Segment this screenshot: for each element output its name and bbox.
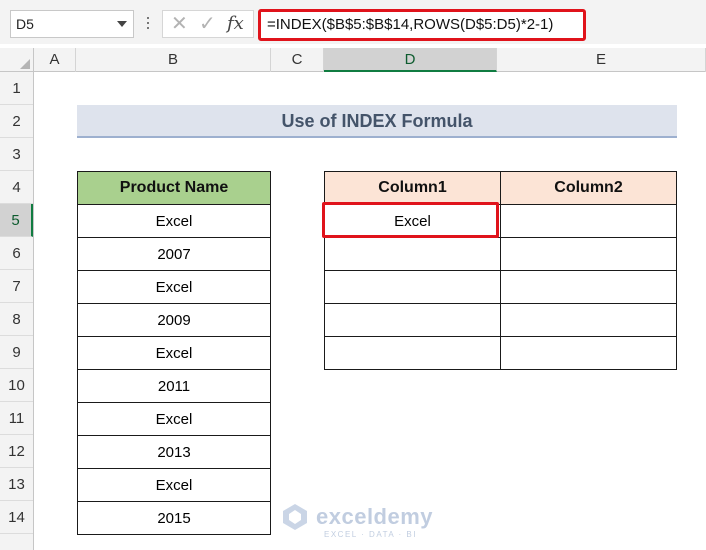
row-header-4[interactable]: 4 bbox=[0, 171, 33, 204]
result-cell[interactable] bbox=[324, 237, 501, 271]
cancel-icon[interactable]: ✕ bbox=[171, 13, 188, 35]
more-options-icon[interactable] bbox=[146, 15, 150, 33]
watermark-tagline: EXCEL · DATA · BI bbox=[324, 530, 417, 539]
row-header-3[interactable]: 3 bbox=[0, 138, 33, 171]
product-cell[interactable]: Excel bbox=[77, 468, 271, 502]
table-row: 2013 bbox=[77, 435, 271, 469]
column-header-d[interactable]: D bbox=[324, 48, 497, 72]
column-header-e[interactable]: E bbox=[497, 48, 706, 72]
row-headers: 1 2 3 4 5 6 7 8 9 10 11 12 13 14 bbox=[0, 72, 34, 550]
row-header-8[interactable]: 8 bbox=[0, 303, 33, 336]
row-header-7[interactable]: 7 bbox=[0, 270, 33, 303]
table-row: 2015 bbox=[77, 501, 271, 535]
row-header-2[interactable]: 2 bbox=[0, 105, 33, 138]
product-cell[interactable]: 2015 bbox=[77, 501, 271, 535]
result-cell[interactable] bbox=[500, 204, 677, 238]
table-row bbox=[324, 336, 677, 370]
column-header-a[interactable]: A bbox=[34, 48, 76, 72]
column-headers: ABCDE bbox=[0, 48, 706, 72]
column2-header[interactable]: Column2 bbox=[500, 171, 677, 205]
formula-tools: ✕ ✓ fx bbox=[162, 10, 254, 38]
table-row: 2007 bbox=[77, 237, 271, 271]
watermark: exceldemy EXCEL · DATA · BI bbox=[280, 500, 434, 540]
watermark-name: exceldemy bbox=[316, 504, 434, 529]
enter-icon[interactable]: ✓ bbox=[199, 13, 216, 35]
table-row bbox=[324, 237, 677, 271]
row-header-5[interactable]: 5 bbox=[0, 204, 33, 237]
row-header-11[interactable]: 11 bbox=[0, 402, 33, 435]
product-name-header[interactable]: Product Name bbox=[77, 171, 271, 205]
table-row: Excel bbox=[77, 270, 271, 304]
table-row: 2011 bbox=[77, 369, 271, 403]
product-cell[interactable]: Excel bbox=[77, 270, 271, 304]
result-cell[interactable] bbox=[500, 237, 677, 271]
product-cell[interactable]: 2007 bbox=[77, 237, 271, 271]
product-cell[interactable]: 2013 bbox=[77, 435, 271, 469]
name-box-value: D5 bbox=[16, 16, 34, 32]
exceldemy-logo-icon bbox=[283, 504, 307, 530]
table-row: Excel bbox=[77, 204, 271, 238]
result-cell[interactable] bbox=[500, 303, 677, 337]
result-table: Column1 Column2 Excel bbox=[324, 171, 677, 370]
row-header-9[interactable]: 9 bbox=[0, 336, 33, 369]
column-header-c[interactable]: C bbox=[271, 48, 324, 72]
name-box[interactable]: D5 bbox=[10, 10, 134, 38]
sheet-title[interactable]: Use of INDEX Formula bbox=[77, 105, 677, 138]
row-header-12[interactable]: 12 bbox=[0, 435, 33, 468]
column1-header[interactable]: Column1 bbox=[324, 171, 501, 205]
table-row: Excel bbox=[77, 336, 271, 370]
result-cell[interactable] bbox=[324, 336, 501, 370]
product-cell[interactable]: 2009 bbox=[77, 303, 271, 337]
result-cell[interactable] bbox=[500, 336, 677, 370]
formula-bar: D5 ✕ ✓ fx =INDEX($B$5:$B$14,ROWS(D$5:D5)… bbox=[0, 0, 706, 44]
result-cell[interactable] bbox=[324, 270, 501, 304]
result-cell[interactable] bbox=[500, 270, 677, 304]
row-header-13[interactable]: 13 bbox=[0, 468, 33, 501]
result-cell[interactable] bbox=[324, 303, 501, 337]
product-cell[interactable]: 2011 bbox=[77, 369, 271, 403]
column-header-b[interactable]: B bbox=[76, 48, 271, 72]
chevron-down-icon[interactable] bbox=[117, 21, 127, 27]
product-cell[interactable]: Excel bbox=[77, 204, 271, 238]
row-header-1[interactable]: 1 bbox=[0, 72, 33, 105]
product-table: Product Name Excel 2007 Excel 2009 Excel 2011… bbox=[77, 171, 271, 535]
product-cell[interactable]: Excel bbox=[77, 336, 271, 370]
table-row bbox=[324, 303, 677, 337]
formula-input[interactable]: =INDEX($B$5:$B$14,ROWS(D$5:D5)*2-1) bbox=[258, 9, 586, 41]
product-cell[interactable]: Excel bbox=[77, 402, 271, 436]
table-row: Excel bbox=[77, 468, 271, 502]
row-header-14[interactable]: 14 bbox=[0, 501, 33, 534]
select-all-icon bbox=[20, 59, 30, 69]
select-all-button[interactable] bbox=[0, 48, 34, 72]
table-row: 2009 bbox=[77, 303, 271, 337]
active-cell-highlight bbox=[322, 202, 499, 238]
insert-function-icon[interactable]: fx bbox=[227, 13, 244, 35]
row-header-6[interactable]: 6 bbox=[0, 237, 33, 270]
table-row bbox=[324, 270, 677, 304]
row-header-10[interactable]: 10 bbox=[0, 369, 33, 402]
table-row: Excel bbox=[77, 402, 271, 436]
